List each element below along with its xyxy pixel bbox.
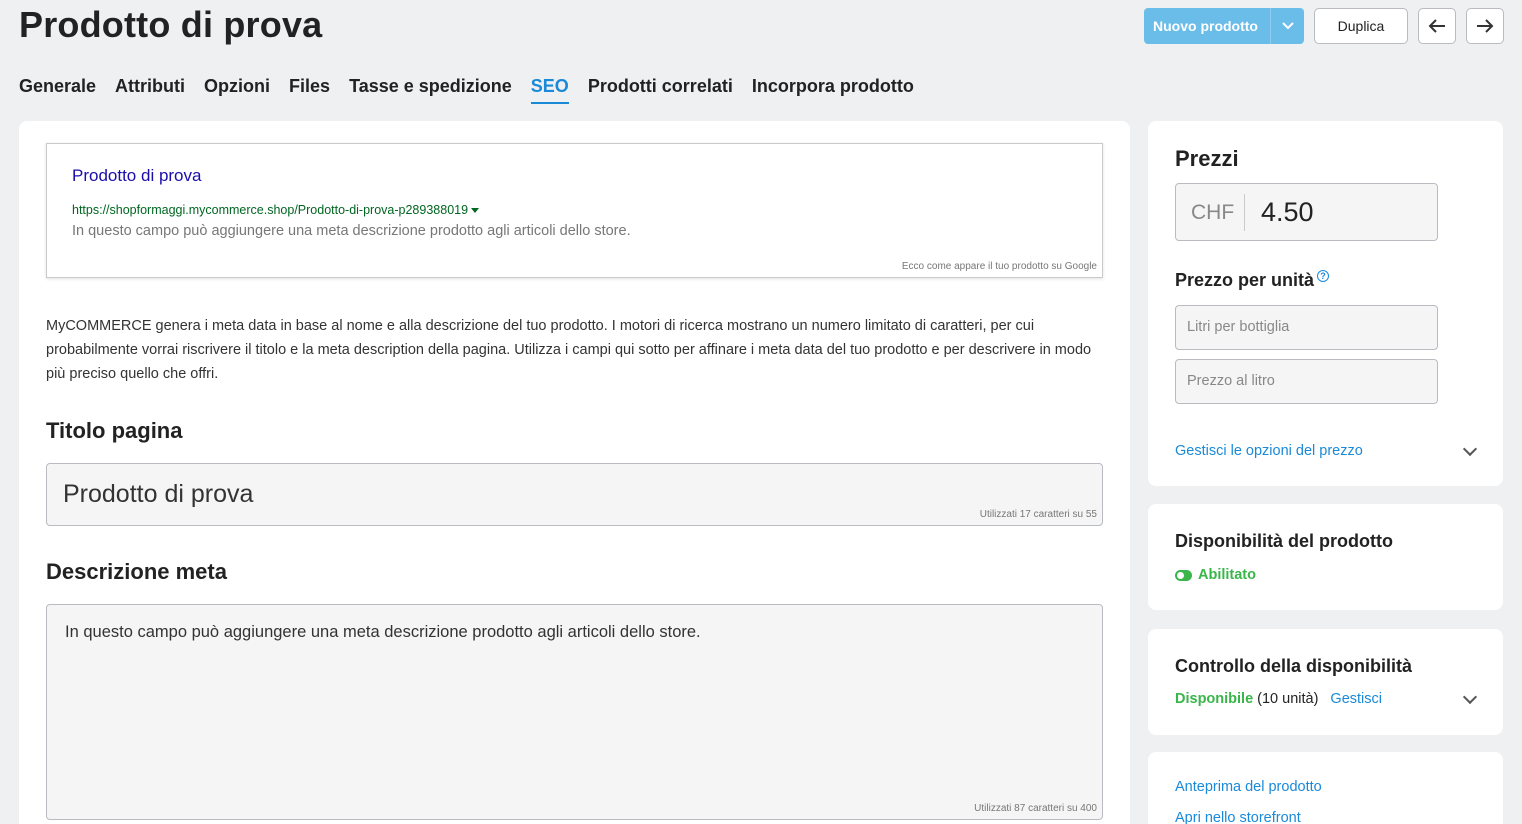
tab-prodotti-correlati[interactable]: Prodotti correlati: [588, 76, 733, 104]
stock-units: (10 unità): [1257, 691, 1319, 707]
stock-row: Disponibile (10 unità) Gestisci: [1175, 691, 1382, 707]
prices-heading: Prezzi: [1175, 146, 1239, 171]
availability-heading: Disponibilità del prodotto: [1175, 531, 1393, 551]
seo-intro: MyCOMMERCE genera i meta data in base al…: [46, 318, 1092, 382]
availability-status: Abilitato: [1198, 567, 1256, 583]
price-value: 4.50: [1261, 197, 1314, 227]
price-input[interactable]: CHF 4.50: [1175, 183, 1438, 241]
price-options-link[interactable]: Gestisci le opzioni del prezzo: [1175, 443, 1363, 459]
chevron-down-icon[interactable]: [1462, 441, 1478, 457]
meta-description-counter: Utilizzati 87 caratteri su 400: [974, 803, 1097, 814]
preview-note: Ecco come appare il tuo prodotto su Goog…: [901, 261, 1097, 272]
storefront-link[interactable]: Apri nello storefront: [1175, 810, 1301, 824]
meta-description-value: In questo campo può aggiungere una meta …: [65, 623, 701, 641]
availability-card: Disponibilità del prodotto Abilitato: [1148, 504, 1503, 610]
unit-price-heading-text: Prezzo per unità: [1175, 270, 1315, 290]
stock-card: Controllo della disponibilità Disponibil…: [1148, 629, 1503, 735]
preview-title: Prodotto di prova: [72, 166, 202, 185]
stock-heading: Controllo della disponibilità: [1175, 656, 1412, 676]
unit-price-heading: Prezzo per unità?: [1175, 270, 1330, 291]
toggle-on-icon[interactable]: [1175, 569, 1192, 581]
arrow-right-icon: [1477, 19, 1494, 33]
chevron-down-icon: [1281, 22, 1294, 30]
top-actions: Nuovo prodotto Duplica: [1144, 8, 1504, 44]
tab-attributi[interactable]: Attributi: [115, 76, 185, 104]
tab-incorpora-prodotto[interactable]: Incorpora prodotto: [752, 76, 914, 104]
caret-down-icon: [471, 208, 480, 214]
tab-opzioni[interactable]: Opzioni: [204, 76, 270, 104]
chevron-down-icon[interactable]: [1462, 689, 1478, 705]
arrow-left-icon: [1428, 19, 1445, 33]
unit-price-input[interactable]: Prezzo al litro: [1175, 359, 1438, 404]
product-tabs: Generale Attributi Opzioni Files Tasse e…: [19, 76, 914, 104]
meta-description-textarea[interactable]: In questo campo può aggiungere una meta …: [46, 604, 1103, 820]
tab-files[interactable]: Files: [289, 76, 330, 104]
tab-generale[interactable]: Generale: [19, 76, 96, 104]
prices-card: Prezzi CHF 4.50 Prezzo per unità? Litri …: [1148, 121, 1503, 486]
preview-description: In questo campo può aggiungere una meta …: [72, 223, 631, 239]
page-title-counter: Utilizzati 17 caratteri su 55: [979, 509, 1097, 520]
page-title-heading: Titolo pagina: [46, 418, 183, 443]
new-product-button[interactable]: Nuovo prodotto: [1144, 8, 1271, 44]
new-product-dropdown-button[interactable]: [1271, 8, 1304, 44]
preview-url-text: https://shopformaggi.mycommerce.shop/Pro…: [72, 203, 469, 217]
seo-card: Prodotto di prova https://shopformaggi.m…: [19, 121, 1130, 824]
help-icon[interactable]: ?: [1317, 270, 1330, 282]
price-divider: [1244, 194, 1245, 231]
unit-quantity-input[interactable]: Litri per bottiglia: [1175, 305, 1438, 350]
page-title-input[interactable]: Prodotto di prova Utilizzati 17 caratter…: [46, 463, 1103, 526]
new-product-split-button: Nuovo prodotto: [1144, 8, 1304, 44]
tab-tasse-spedizione[interactable]: Tasse e spedizione: [349, 76, 512, 104]
duplicate-button[interactable]: Duplica: [1314, 8, 1408, 44]
stock-status: Disponibile: [1175, 691, 1254, 707]
links-card: Anteprima del prodotto Apri nello storef…: [1148, 752, 1503, 824]
preview-url: https://shopformaggi.mycommerce.shop/Pro…: [72, 203, 480, 217]
next-product-button[interactable]: [1466, 8, 1504, 44]
page-title-value: Prodotto di prova: [63, 480, 254, 508]
currency-label: CHF: [1191, 201, 1235, 224]
tab-seo[interactable]: SEO: [530, 76, 569, 104]
google-preview: Prodotto di prova https://shopformaggi.m…: [46, 143, 1103, 278]
previous-product-button[interactable]: [1418, 8, 1456, 44]
page-title: Prodotto di prova: [19, 4, 323, 45]
availability-toggle-row[interactable]: Abilitato: [1175, 567, 1256, 583]
meta-description-heading: Descrizione meta: [46, 559, 227, 584]
stock-manage-link[interactable]: Gestisci: [1330, 691, 1382, 707]
product-preview-link[interactable]: Anteprima del prodotto: [1175, 779, 1322, 795]
